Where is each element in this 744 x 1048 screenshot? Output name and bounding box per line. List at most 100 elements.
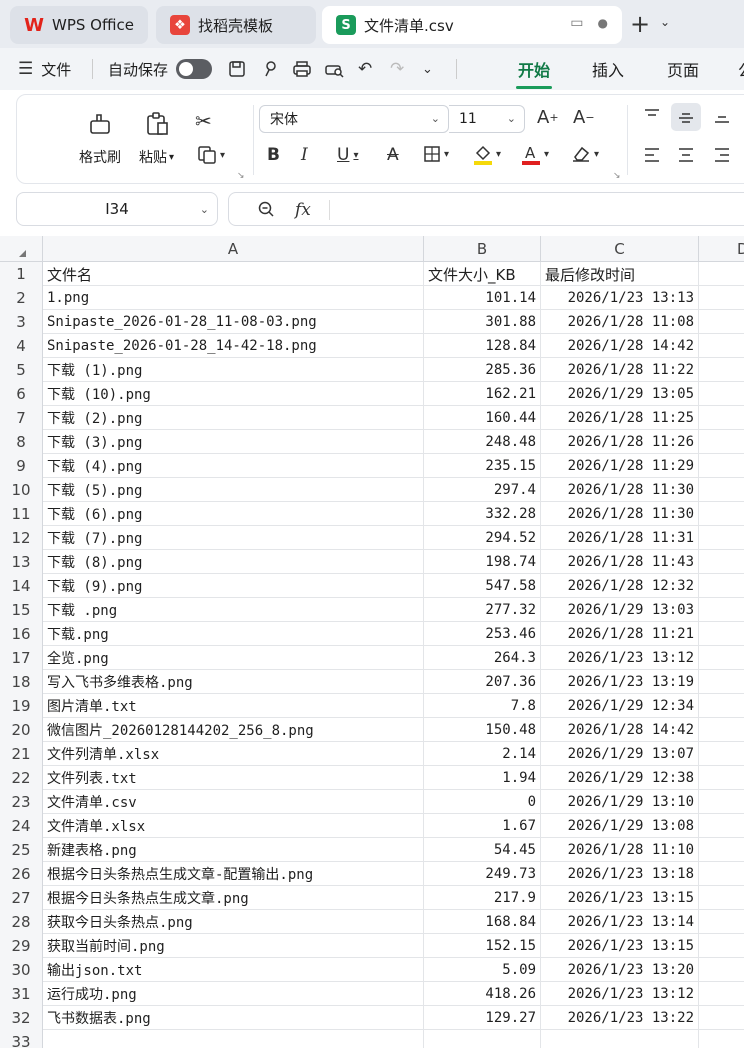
cell-modified-time[interactable]: 2026/1/29 13:08 [541, 814, 699, 838]
row-number[interactable]: 26 [0, 862, 43, 886]
cell-empty[interactable] [699, 766, 744, 790]
cell-file-name[interactable]: 文件列清单.xlsx [43, 742, 424, 766]
cell-file-size[interactable]: 248.48 [424, 430, 541, 454]
cell-file-name[interactable]: 根据今日头条热点生成文章-配置输出.png [43, 862, 424, 886]
cell-empty[interactable] [699, 982, 744, 1006]
cell-modified-time[interactable]: 2026/1/29 13:05 [541, 382, 699, 406]
font-size-select[interactable]: 11 ⌄ [449, 105, 525, 133]
cell-modified-time[interactable]: 2026/1/23 13:15 [541, 886, 699, 910]
cell-file-size[interactable] [424, 1030, 541, 1048]
cell-file-name[interactable]: 根据今日头条热点生成文章.png [43, 886, 424, 910]
row-number[interactable]: 31 [0, 982, 43, 1006]
font-color-icon[interactable]: A ▾ [521, 143, 549, 165]
cell-modified-time[interactable]: 2026/1/28 11:08 [541, 310, 699, 334]
cell-file-name[interactable]: 文件清单.xlsx [43, 814, 424, 838]
cell-file-size[interactable]: 235.15 [424, 454, 541, 478]
row-number[interactable]: 22 [0, 766, 43, 790]
cell-empty[interactable] [699, 814, 744, 838]
format-painter-button[interactable]: 格式刷 [79, 107, 121, 167]
ribbon-tab-home[interactable]: 开始 [518, 48, 550, 90]
row-number[interactable]: 28 [0, 910, 43, 934]
cell-modified-time[interactable]: 2026/1/23 13:12 [541, 646, 699, 670]
row-number[interactable]: 16 [0, 622, 43, 646]
ribbon-tab-insert[interactable]: 插入 [592, 48, 624, 90]
cell-file-size[interactable]: 418.26 [424, 982, 541, 1006]
print-icon[interactable] [292, 48, 312, 90]
cell-file-name[interactable]: 新建表格.png [43, 838, 424, 862]
cell-file-name[interactable]: 下载 (5).png [43, 478, 424, 502]
cell-empty[interactable] [699, 1006, 744, 1030]
cell-file-name[interactable]: 微信图片_20260128144202_256_8.png [43, 718, 424, 742]
cell-modified-time[interactable]: 2026/1/28 11:30 [541, 478, 699, 502]
row-number[interactable]: 24 [0, 814, 43, 838]
autosave-toggle[interactable] [176, 59, 213, 79]
cell-modified-time[interactable]: 2026/1/28 11:21 [541, 622, 699, 646]
cell-modified-time[interactable]: 2026/1/29 13:10 [541, 790, 699, 814]
row-number[interactable]: 1 [0, 262, 43, 286]
cell-modified-time[interactable]: 2026/1/28 12:32 [541, 574, 699, 598]
cell-empty[interactable] [699, 718, 744, 742]
column-header-a[interactable]: A [43, 236, 424, 262]
cell-empty[interactable] [699, 1030, 744, 1048]
cell-modified-time[interactable]: 2026/1/23 13:22 [541, 1006, 699, 1030]
tab-file-csv[interactable]: S 文件清单.csv ▭ ● [322, 6, 622, 44]
cell-file-name[interactable]: 下载 (8).png [43, 550, 424, 574]
window-mode-icon[interactable]: ▭ [570, 15, 583, 31]
cell-file-size[interactable]: 168.84 [424, 910, 541, 934]
row-number[interactable]: 18 [0, 670, 43, 694]
select-all-corner[interactable] [0, 236, 43, 262]
save-icon[interactable] [228, 48, 246, 90]
row-number[interactable]: 15 [0, 598, 43, 622]
cell-file-name[interactable]: 写入飞书多维表格.png [43, 670, 424, 694]
cell-empty[interactable] [699, 550, 744, 574]
cell-empty[interactable] [699, 310, 744, 334]
file-menu-button[interactable]: ☰ 文件 [18, 48, 71, 90]
underline-icon[interactable]: U ▾ [337, 145, 358, 165]
paste-button[interactable]: 粘贴 ▾ [139, 107, 174, 167]
cell-file-size[interactable]: 285.36 [424, 358, 541, 382]
row-number[interactable]: 7 [0, 406, 43, 430]
cell-file-size[interactable]: 207.36 [424, 670, 541, 694]
cell-file-name[interactable]: 下载 (6).png [43, 502, 424, 526]
clipboard-expand-icon[interactable]: ↘ [237, 171, 245, 181]
row-number[interactable]: 17 [0, 646, 43, 670]
row-number[interactable]: 9 [0, 454, 43, 478]
cell-file-name[interactable]: 1.png [43, 286, 424, 310]
tab-docer-templates[interactable]: ❖ 找稻壳模板 [156, 6, 316, 44]
cell-file-size[interactable]: 5.09 [424, 958, 541, 982]
cell-file-name[interactable]: 下载 (2).png [43, 406, 424, 430]
cell-file-name[interactable]: 全览.png [43, 646, 424, 670]
cell-file-size[interactable]: 332.28 [424, 502, 541, 526]
row-number[interactable]: 33 [0, 1030, 43, 1048]
cell-file-size[interactable]: 1.67 [424, 814, 541, 838]
name-box[interactable]: I34 ⌄ [16, 192, 218, 226]
align-top-icon[interactable] [643, 107, 661, 123]
row-number[interactable]: 2 [0, 286, 43, 310]
new-tab-plus-icon[interactable]: + [630, 10, 650, 38]
row-number[interactable]: 13 [0, 550, 43, 574]
cell-file-size[interactable]: 301.88 [424, 310, 541, 334]
row-number[interactable]: 6 [0, 382, 43, 406]
cell-file-name[interactable]: 下载 (4).png [43, 454, 424, 478]
cell-file-size[interactable]: 129.27 [424, 1006, 541, 1030]
align-left-icon[interactable] [643, 147, 661, 163]
row-number[interactable]: 32 [0, 1006, 43, 1030]
cell-file-size[interactable]: 150.48 [424, 718, 541, 742]
cell-empty[interactable] [699, 742, 744, 766]
cell-file-size[interactable]: 7.8 [424, 694, 541, 718]
cell-modified-time[interactable]: 2026/1/23 13:19 [541, 670, 699, 694]
cell-empty[interactable] [699, 502, 744, 526]
cell-empty[interactable] [699, 406, 744, 430]
tab-wps-office[interactable]: W WPS Office [10, 6, 148, 44]
column-header-d[interactable]: D [699, 236, 744, 262]
cell-file-name[interactable]: 下载 (3).png [43, 430, 424, 454]
copy-icon[interactable]: ▾ [197, 145, 225, 165]
row-number[interactable]: 21 [0, 742, 43, 766]
spreadsheet-grid[interactable]: A B C D 1 文件名 文件大小_KB 最后修改时间 2 1.png 101.14 202… [0, 236, 744, 1048]
autosave-control[interactable]: 自动保存 [108, 48, 213, 90]
cell-empty[interactable] [699, 694, 744, 718]
column-header-c[interactable]: C [541, 236, 699, 262]
italic-icon[interactable]: I [301, 145, 308, 165]
bold-icon[interactable]: B [267, 145, 280, 165]
cell-file-size[interactable]: 249.73 [424, 862, 541, 886]
